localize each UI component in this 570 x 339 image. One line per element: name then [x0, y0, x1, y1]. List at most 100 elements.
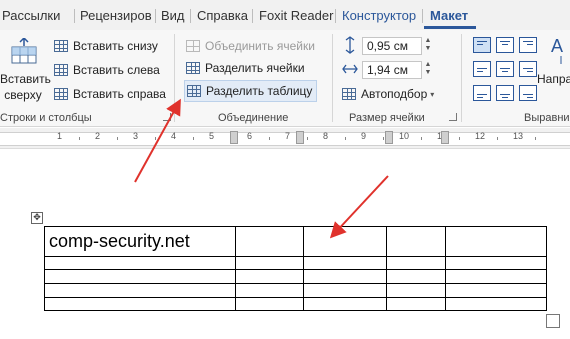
tab-review[interactable]: Рецензиров — [80, 8, 152, 23]
table-cell[interactable] — [445, 226, 547, 257]
insert-above-button[interactable]: вставить сверху — [0, 34, 51, 106]
table-cell[interactable] — [445, 297, 547, 311]
insert-right-label: Вставить справа — [73, 87, 166, 101]
ruler-tick — [79, 137, 80, 140]
ruler-tick — [155, 137, 156, 140]
autofit-icon — [342, 88, 356, 100]
tab-separator — [252, 9, 253, 23]
column-marker[interactable] — [385, 131, 393, 144]
table-cell[interactable] — [445, 269, 547, 284]
insert-below-label: Вставить снизу — [73, 39, 158, 53]
cell-size-group-label: Размер ячейки — [349, 112, 425, 124]
autofit-label: Автоподбор — [361, 87, 428, 101]
insert-above-icon — [11, 38, 37, 64]
insert-left-button[interactable]: Вставить слева — [54, 60, 160, 80]
autofit-button[interactable]: Автоподбор ▾ — [342, 84, 434, 104]
align-middle-right-button[interactable] — [519, 61, 537, 77]
insert-left-label: Вставить слева — [73, 63, 160, 77]
column-width-icon — [342, 64, 358, 74]
table-cell[interactable] — [303, 283, 387, 298]
ruler-number: 13 — [513, 131, 524, 141]
table-cell[interactable] — [44, 283, 236, 298]
ruler-tick — [269, 137, 270, 140]
split-table-label: Разделить таблицу — [206, 84, 313, 98]
tab-mailings[interactable]: Рассылки — [2, 8, 60, 23]
rows-columns-launcher-icon[interactable] — [163, 113, 171, 121]
align-top-right-button[interactable] — [519, 37, 537, 53]
align-middle-left-button[interactable] — [473, 61, 491, 77]
merge-cells-button[interactable]: Объединить ячейки — [186, 36, 315, 56]
ruler-number: 12 — [475, 131, 486, 141]
insert-below-icon — [54, 40, 68, 52]
ruler-tick — [459, 137, 460, 140]
table-cell[interactable] — [303, 256, 387, 270]
table-cell[interactable] — [303, 269, 387, 284]
table-move-handle-icon[interactable]: ✥ — [31, 212, 43, 224]
ruler-number: 6 — [247, 131, 253, 141]
table-cell[interactable] — [235, 256, 304, 270]
insert-below-button[interactable]: Вставить снизу — [54, 36, 158, 56]
row-height-spinner[interactable]: ▲ ▼ — [422, 37, 434, 55]
cell-size-launcher-icon[interactable] — [449, 113, 457, 121]
table-cell[interactable] — [303, 297, 387, 311]
column-width-input[interactable]: 1,94 см — [362, 61, 422, 79]
tab-view[interactable]: Вид — [161, 8, 185, 23]
tab-design[interactable]: Конструктор — [342, 8, 416, 23]
table-resize-handle[interactable] — [546, 314, 560, 328]
table-cell[interactable]: comp-security.net — [44, 226, 236, 257]
tab-layout[interactable]: Макет — [430, 8, 468, 23]
insert-above-label-1: вставить — [0, 72, 51, 86]
tab-foxit-reader[interactable]: Foxit Reader — [259, 8, 333, 23]
column-marker[interactable] — [441, 131, 449, 144]
table-row: comp-security.net — [44, 226, 547, 257]
table-cell[interactable] — [235, 297, 304, 311]
align-top-left-button[interactable] — [473, 37, 491, 53]
ruler-number: 7 — [285, 131, 291, 141]
table-cell[interactable] — [445, 256, 547, 270]
ruler-tick — [307, 137, 308, 140]
ruler-tick — [117, 137, 118, 140]
tab-help[interactable]: Справка — [197, 8, 248, 23]
align-bottom-left-button[interactable] — [473, 85, 491, 101]
split-table-button[interactable]: Разделить таблицу — [184, 80, 318, 102]
column-marker[interactable] — [296, 131, 304, 144]
table-cell[interactable] — [386, 297, 446, 311]
table-row — [44, 283, 547, 298]
group-separator — [332, 34, 333, 122]
ruler-number: 9 — [361, 131, 367, 141]
table-cell[interactable] — [235, 283, 304, 298]
table-row — [44, 297, 547, 311]
table-cell[interactable] — [303, 226, 387, 257]
split-cells-icon — [186, 62, 200, 74]
table-cell[interactable] — [235, 226, 304, 257]
insert-right-button[interactable]: Вставить справа — [54, 84, 166, 104]
document-table: comp-security.net — [44, 226, 547, 311]
align-middle-center-button[interactable] — [496, 61, 514, 77]
text-direction-label[interactable]: Напра — [537, 72, 570, 86]
split-cells-button[interactable]: Разделить ячейки — [186, 58, 305, 78]
column-width-spinner[interactable]: ▲ ▼ — [422, 61, 434, 79]
table-cell[interactable] — [386, 269, 446, 284]
ruler-number: 5 — [209, 131, 215, 141]
table-cell-text: comp-security.net — [49, 231, 190, 251]
table-cell[interactable] — [386, 283, 446, 298]
merge-cells-icon — [186, 40, 200, 52]
align-bottom-right-button[interactable] — [519, 85, 537, 101]
table-cell[interactable] — [44, 297, 236, 311]
split-cells-label: Разделить ячейки — [205, 61, 305, 75]
align-bottom-center-button[interactable] — [496, 85, 514, 101]
split-table-icon — [187, 85, 201, 97]
table-cell[interactable] — [44, 269, 236, 284]
table-cell[interactable] — [386, 256, 446, 270]
table-cell[interactable] — [235, 269, 304, 284]
active-tab-indicator — [424, 26, 476, 29]
table-row — [44, 269, 547, 284]
table-cell[interactable] — [445, 283, 547, 298]
ruler-tick — [193, 137, 194, 140]
row-height-input[interactable]: 0,95 см — [362, 37, 422, 55]
column-marker[interactable] — [230, 131, 238, 144]
table-cell[interactable] — [386, 226, 446, 257]
ruler-tick — [497, 137, 498, 140]
align-top-center-button[interactable] — [496, 37, 514, 53]
table-cell[interactable] — [44, 256, 236, 270]
